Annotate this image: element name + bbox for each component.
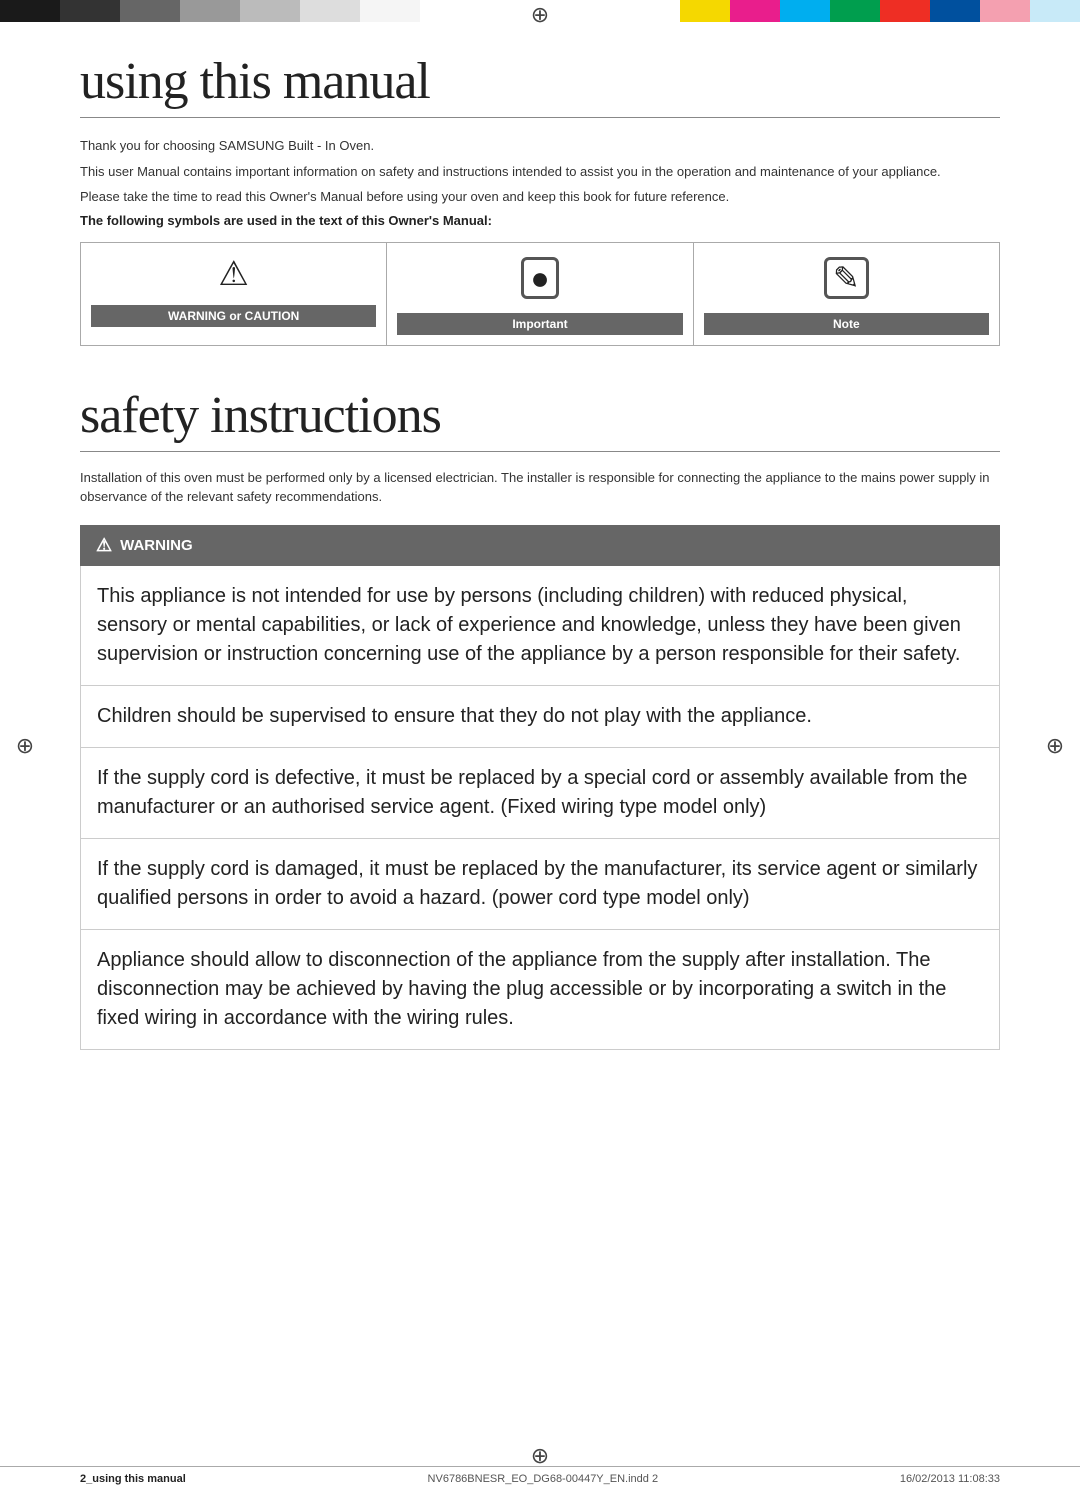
warning-banner: ⚠ WARNING xyxy=(80,525,1000,566)
warning-item-2: Children should be supervised to ensure … xyxy=(81,686,999,748)
warning-label: WARNING or CAUTION xyxy=(91,305,376,327)
crosshair-top-center-icon: ⊕ xyxy=(525,0,555,30)
warning-item-4: If the supply cord is damaged, it must b… xyxy=(81,839,999,930)
crosshair-right-icon: ⊕ xyxy=(1040,731,1070,761)
crosshair-left-icon: ⊕ xyxy=(10,731,40,761)
warning-banner-icon: ⚠ xyxy=(96,535,112,556)
footer-date-info: 16/02/2013 11:08:33 xyxy=(900,1473,1000,1485)
symbol-cell-warning: ⚠ WARNING or CAUTION xyxy=(81,243,387,345)
symbols-table: ⚠ WARNING or CAUTION ● Important ✎ Note xyxy=(80,242,1000,346)
important-icon: ● xyxy=(521,257,558,299)
intro-text-3: Please take the time to read this Owner'… xyxy=(80,187,1000,207)
warning-items-list: This appliance is not intended for use b… xyxy=(80,566,1000,1050)
page-content: using this manual Thank you for choosing… xyxy=(0,22,1080,1110)
note-icon: ✎ xyxy=(824,257,869,299)
using-this-manual-title: using this manual xyxy=(80,52,1000,118)
important-label: Important xyxy=(397,313,682,335)
footer-file-info: NV6786BNESR_EO_DG68-00447Y_EN.indd 2 xyxy=(428,1473,659,1485)
warning-item-5: Appliance should allow to disconnection … xyxy=(81,930,999,1049)
safety-intro-text: Installation of this oven must be perfor… xyxy=(80,468,1000,507)
footer-page-number: 2_using this manual xyxy=(80,1473,186,1485)
symbols-heading: The following symbols are used in the te… xyxy=(80,213,1000,228)
intro-text-2: This user Manual contains important info… xyxy=(80,162,1000,182)
symbol-cell-important: ● Important xyxy=(387,243,693,345)
warning-icon: ⚠ xyxy=(218,257,248,291)
safety-instructions-title: safety instructions xyxy=(80,386,1000,452)
warning-item-3: If the supply cord is defective, it must… xyxy=(81,748,999,839)
note-label: Note xyxy=(704,313,989,335)
warning-item-1: This appliance is not intended for use b… xyxy=(81,566,999,686)
intro-text-1: Thank you for choosing SAMSUNG Built - I… xyxy=(80,136,1000,156)
symbol-cell-note: ✎ Note xyxy=(694,243,999,345)
page-footer: 2_using this manual NV6786BNESR_EO_DG68-… xyxy=(0,1466,1080,1491)
warning-banner-label: WARNING xyxy=(120,537,193,554)
